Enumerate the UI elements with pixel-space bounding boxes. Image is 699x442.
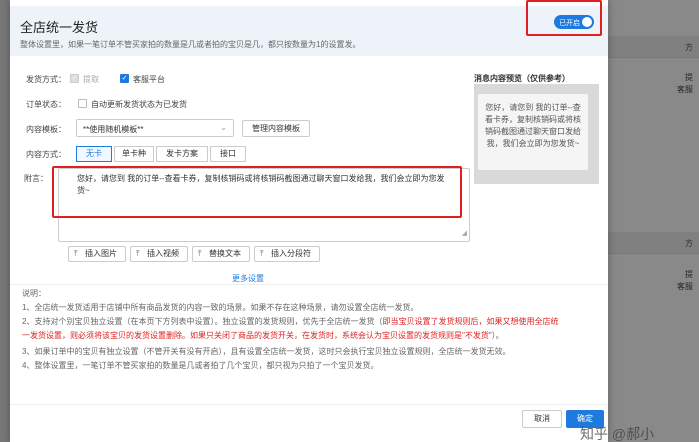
instruction-line-1: 1、全店统一发货适用于店铺中所有商品发货的内容一致的场景。如果不存在这种场景，请…	[22, 303, 419, 312]
more-settings-link[interactable]: 更多设置	[232, 273, 264, 284]
content-method-label: 内容方式：	[26, 150, 66, 159]
section-divider	[10, 284, 608, 285]
upload-icon: ⤒	[136, 249, 140, 258]
instruction-line-4: 4、整体设置里，一笔订单不管买家拍的数量是几或者拍了几个宝贝，都只视为只拍了一个…	[22, 361, 379, 370]
customer-service-option-label: 客服平台	[133, 75, 165, 84]
insert-separator-label: 插入分段符	[271, 249, 311, 258]
modal-header: 全店统一发货 整体设置里，如果一笔订单不管买家拍的数量是几或者拍的宝贝是几，都只…	[10, 6, 608, 56]
note-label: 附言：	[24, 174, 48, 183]
resize-handle-icon[interactable]: ◢	[462, 228, 467, 240]
tab-no-card[interactable]: 无卡	[76, 146, 112, 162]
instruction-line-2-cont: 一发货设置，则必须将该宝贝的发货设置删除。如果只关闭了商品的发货开关，在发货时，…	[22, 330, 504, 341]
template-select[interactable]: **使用随机模板** ⌄	[76, 119, 234, 137]
insert-video-label: 插入视频	[147, 249, 179, 258]
ship-method-label: 发货方式：	[26, 75, 66, 84]
preview-title: 消息内容预览（仅供参考）	[474, 74, 570, 83]
preview-message: 您好，请您到 我的订单--查看卡券，复制核销码或将核销码截图通过聊天窗口发给我，…	[478, 94, 588, 170]
auto-update-checkbox[interactable]	[78, 99, 87, 108]
modal-title: 全店统一发货	[20, 20, 99, 35]
tab-api[interactable]: 接口	[210, 146, 246, 162]
instruction-line-2d: ）。	[491, 331, 504, 340]
auto-update-label: 自动更新发货状态为已发货	[91, 100, 187, 109]
upload-icon: ⤒	[198, 249, 202, 258]
insert-video-button[interactable]: ⤒ 插入视频	[130, 246, 188, 262]
replace-text-button[interactable]: ⤒ 替换文本	[192, 246, 250, 262]
tab-single-card[interactable]: 单卡种	[114, 146, 154, 162]
extract-option-label: 提取	[83, 75, 99, 84]
upload-icon: ⤒	[74, 249, 78, 258]
cancel-button[interactable]: 取消	[522, 410, 562, 428]
chevron-down-icon: ⌄	[220, 123, 227, 132]
unified-shipping-modal: 全店统一发货 整体设置里，如果一笔订单不管买家拍的数量是几或者拍的宝贝是几，都只…	[10, 0, 608, 442]
insert-image-label: 插入图片	[85, 249, 117, 258]
manage-template-button[interactable]: 管理内容模板	[242, 120, 310, 137]
footer-divider	[10, 404, 608, 405]
instruction-line-2c: 一发货设置，则必须将该宝贝的发货设置删除。如果只关闭了商品的发货开关，在发货时，…	[22, 331, 492, 340]
template-label: 内容模板：	[26, 125, 66, 134]
watermark: 知乎 @郝小	[580, 426, 655, 442]
insert-image-button[interactable]: ⤒ 插入图片	[68, 246, 126, 262]
replace-text-label: 替换文本	[209, 249, 241, 258]
instruction-line-3: 3、如果订单中的宝贝有独立设置（不管开关有没有开启），且有设置全店统一发货，这时…	[22, 347, 511, 356]
instruction-line-2a: 2、支持对个别宝贝独立设置（在本页下方列表中设置）。独立设置的发货规则，优先于全…	[22, 317, 383, 326]
upload-icon: ⤒	[260, 249, 264, 258]
instruction-line-2: 2、支持对个别宝贝独立设置（在本页下方列表中设置）。独立设置的发货规则，优先于全…	[22, 316, 558, 327]
modal-subtitle: 整体设置里，如果一笔订单不管买家拍的数量是几或者拍的宝贝是几，都只按数量为1的设…	[20, 40, 361, 49]
order-status-label: 订单状态：	[26, 100, 66, 109]
template-selected-value: **使用随机模板**	[83, 125, 144, 134]
customer-service-checkbox[interactable]: ✓	[120, 74, 129, 83]
instruction-line-2b: 即当宝贝设置了发货规则后，如果又想使用全店统	[382, 317, 559, 326]
instructions-heading: 说明：	[22, 289, 46, 298]
extract-checkbox[interactable]: ✓	[70, 74, 79, 83]
tab-card-plan[interactable]: 发卡方案	[156, 146, 208, 162]
highlight-box-note	[52, 166, 462, 218]
insert-separator-button[interactable]: ⤒ 插入分段符	[254, 246, 320, 262]
highlight-box-switch	[526, 0, 602, 36]
